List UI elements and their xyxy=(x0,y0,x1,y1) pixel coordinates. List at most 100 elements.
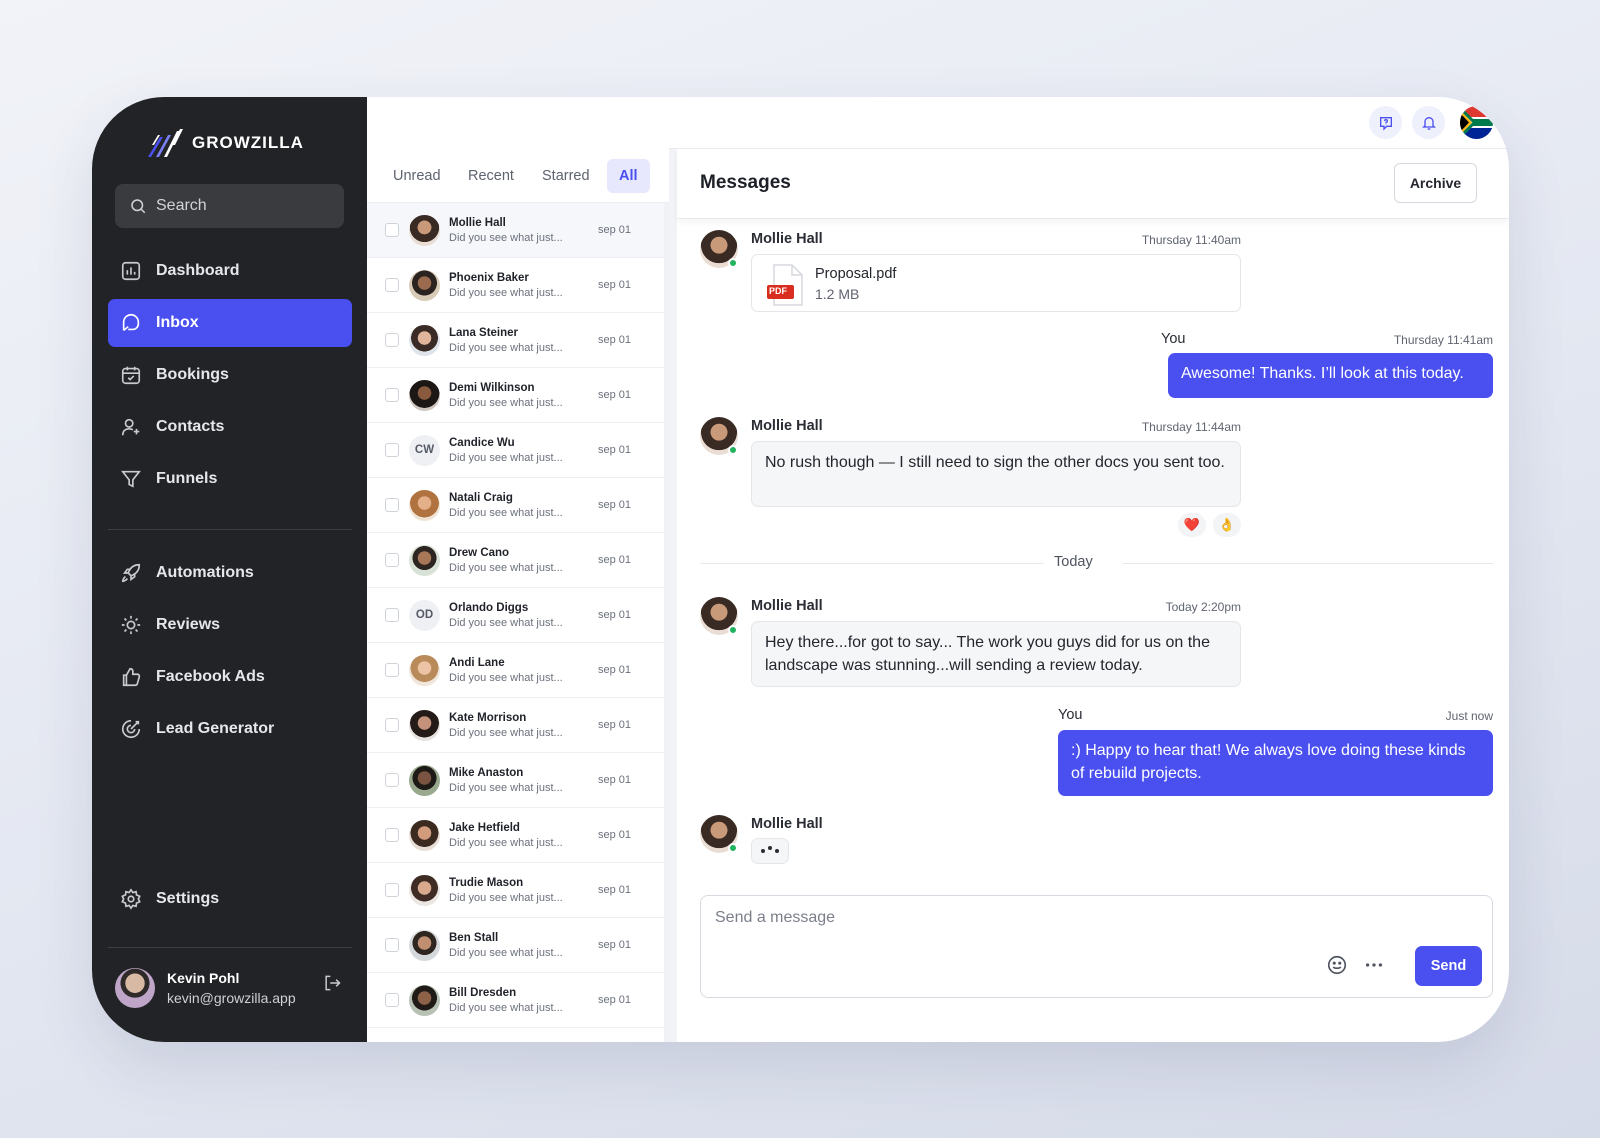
conversation-item[interactable]: Kate Morrison Did you see what just... se… xyxy=(367,698,664,753)
conversation-name: Mollie Hall xyxy=(449,216,506,229)
sidebar-item-reviews[interactable]: Reviews xyxy=(108,601,352,649)
conversation-item[interactable]: Demi Wilkinson Did you see what just... s… xyxy=(367,368,664,423)
conversation-date: sep 01 xyxy=(598,664,632,676)
sidebar-item-label: Funnels xyxy=(156,470,218,487)
tab-recent[interactable]: Recent xyxy=(456,159,526,193)
messages-header: Messages Archive xyxy=(677,149,1509,219)
tab-starred[interactable]: Starred xyxy=(530,159,602,193)
funnel-icon xyxy=(121,470,141,488)
file-attachment[interactable]: PDF Proposal.pdf 1.2 MB xyxy=(751,254,1241,312)
online-indicator xyxy=(728,445,738,455)
conversation-checkbox[interactable] xyxy=(385,773,399,787)
conversation-item[interactable]: Drew Cano Did you see what just... sep 01 xyxy=(367,533,664,588)
target-icon xyxy=(121,719,141,739)
conversation-item[interactable]: Phoenix Baker Did you see what just... se… xyxy=(367,258,664,313)
tab-unread[interactable]: Unread xyxy=(381,159,453,193)
conversation-item[interactable]: Ben Stall Did you see what just... sep 01 xyxy=(367,918,664,973)
conversation-item[interactable]: Lana Steiner Did you see what just... sep… xyxy=(367,313,664,368)
avatar xyxy=(409,709,440,741)
avatar xyxy=(409,819,440,851)
notifications-button[interactable] xyxy=(1412,106,1445,139)
conversation-preview: Did you see what just... xyxy=(449,1001,563,1014)
sidebar-item-bookings[interactable]: Bookings xyxy=(108,351,352,399)
conversation-date: sep 01 xyxy=(598,829,632,841)
sidebar-item-lead-generator[interactable]: Lead Generator xyxy=(108,705,352,753)
message-bubble-outgoing: Awesome! Thanks. I’ll look at this today… xyxy=(1168,353,1493,398)
conversation-name: Phoenix Baker xyxy=(449,271,529,284)
sidebar-item-contacts[interactable]: Contacts xyxy=(108,403,352,451)
search-box[interactable]: Search xyxy=(115,184,344,228)
message-sender: Mollie Hall xyxy=(751,231,823,247)
logout-icon[interactable] xyxy=(322,973,342,993)
conversation-checkbox[interactable] xyxy=(385,388,399,402)
message-input[interactable] xyxy=(701,896,1301,940)
conversation-item[interactable]: OD Orlando Diggs Did you see what just...… xyxy=(367,588,664,643)
conversation-checkbox[interactable] xyxy=(385,223,399,237)
conversation-item[interactable]: Trudie Mason Did you see what just... sep… xyxy=(367,863,664,918)
conversation-name: Candice Wu xyxy=(449,436,515,449)
conversation-checkbox[interactable] xyxy=(385,333,399,347)
conversation-checkbox[interactable] xyxy=(385,718,399,732)
conversation-date: sep 01 xyxy=(598,884,632,896)
conversation-date: sep 01 xyxy=(598,719,632,731)
send-button[interactable]: Send xyxy=(1415,946,1482,986)
sidebar-item-label: Lead Generator xyxy=(156,720,275,737)
search-label: Search xyxy=(156,197,207,214)
conversation-checkbox[interactable] xyxy=(385,883,399,897)
sidebar-item-automations[interactable]: Automations xyxy=(108,549,352,597)
conversation-checkbox[interactable] xyxy=(385,553,399,567)
conversation-name: Trudie Mason xyxy=(449,876,524,889)
sidebar-item-dashboard[interactable]: Dashboard xyxy=(108,247,352,295)
sidebar-item-funnels[interactable]: Funnels xyxy=(108,455,352,503)
conversation-checkbox[interactable] xyxy=(385,498,399,512)
search-icon xyxy=(131,199,146,214)
sidebar-item-facebook-ads[interactable]: Facebook Ads xyxy=(108,653,352,701)
message-time: Thursday 11:41am xyxy=(1393,333,1493,347)
calendar-icon xyxy=(121,366,141,385)
conversation-checkbox[interactable] xyxy=(385,663,399,677)
help-button[interactable] xyxy=(1369,106,1402,139)
conversation-checkbox[interactable] xyxy=(385,828,399,842)
reaction-heart[interactable]: ❤️ xyxy=(1178,513,1206,537)
conversation-item[interactable]: Natali Craig Did you see what just... sep… xyxy=(367,478,664,533)
avatar xyxy=(409,214,440,246)
emoji-icon[interactable] xyxy=(1326,954,1348,976)
conversation-item[interactable]: CW Candice Wu Did you see what just... se… xyxy=(367,423,664,478)
sidebar-item-inbox[interactable]: Inbox xyxy=(108,299,352,347)
sidebar: GROWZILLA Search Dashboard Inbox Booking… xyxy=(92,97,367,1042)
sidebar-divider xyxy=(108,529,352,530)
avatar xyxy=(409,489,440,521)
user-profile[interactable]: Kevin Pohl kevin@growzilla.app xyxy=(115,968,296,1008)
avatar xyxy=(115,968,155,1008)
conversation-name: Natali Craig xyxy=(449,491,513,504)
conversation-name: Lana Steiner xyxy=(449,326,519,339)
conversation-item[interactable]: Mike Anaston Did you see what just... sep… xyxy=(367,753,664,808)
bar-chart-icon xyxy=(121,261,141,281)
archive-button[interactable]: Archive xyxy=(1394,163,1477,203)
conversation-checkbox[interactable] xyxy=(385,278,399,292)
conversation-item[interactable]: Jake Hetfield Did you see what just... se… xyxy=(367,808,664,863)
language-flag[interactable] xyxy=(1460,106,1493,139)
tab-all[interactable]: All xyxy=(607,159,650,193)
conversation-checkbox[interactable] xyxy=(385,608,399,622)
message-composer: Send xyxy=(700,895,1493,998)
conversation-item[interactable]: Mollie Hall Did you see what just... sep … xyxy=(367,203,664,258)
conversation-checkbox[interactable] xyxy=(385,993,399,1007)
logo[interactable]: GROWZILLA xyxy=(146,127,304,159)
bell-icon xyxy=(1421,116,1436,130)
online-indicator xyxy=(728,258,738,268)
conversation-preview: Did you see what just... xyxy=(449,341,563,354)
more-options-icon[interactable] xyxy=(1363,954,1385,976)
conversation-preview: Did you see what just... xyxy=(449,231,563,244)
conversation-preview: Did you see what just... xyxy=(449,396,563,409)
reaction-ok-hand[interactable]: 👌 xyxy=(1213,513,1241,537)
conversation-checkbox[interactable] xyxy=(385,443,399,457)
message-sender: Mollie Hall xyxy=(751,816,823,832)
conversation-item[interactable]: Bill Dresden Did you see what just... sep… xyxy=(367,973,664,1028)
gear-icon xyxy=(121,888,141,910)
conversation-checkbox[interactable] xyxy=(385,938,399,952)
sidebar-item-settings[interactable]: Settings xyxy=(108,875,352,923)
conversation-item[interactable]: Andi Lane Did you see what just... sep 01 xyxy=(367,643,664,698)
logo-icon xyxy=(148,129,183,157)
sidebar-item-label: Bookings xyxy=(156,366,229,383)
